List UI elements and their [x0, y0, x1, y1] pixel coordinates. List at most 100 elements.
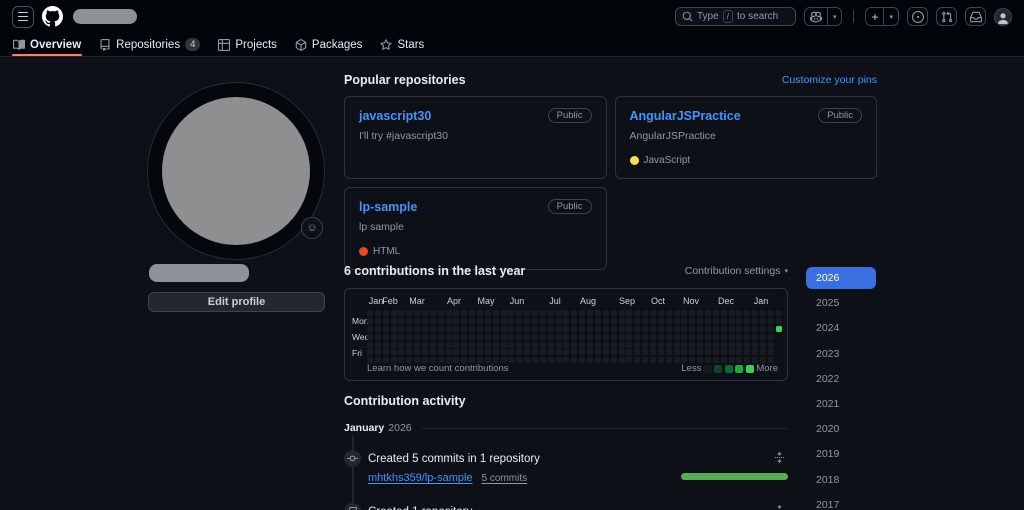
contribution-cell[interactable] [516, 342, 522, 348]
contribution-cell[interactable] [768, 326, 774, 332]
contribution-cell[interactable] [642, 342, 648, 348]
year-button-2024[interactable]: 2024 [806, 317, 876, 339]
pull-requests-button[interactable] [936, 7, 957, 26]
contribution-cell[interactable] [752, 310, 758, 316]
contribution-cell[interactable] [642, 349, 648, 355]
contribution-cell[interactable] [453, 318, 459, 324]
year-button-2019[interactable]: 2019 [806, 443, 876, 465]
contribution-cell[interactable] [736, 349, 742, 355]
contribution-cell[interactable] [406, 310, 412, 316]
contribution-cell[interactable] [438, 326, 444, 332]
contribution-cell[interactable] [626, 342, 632, 348]
contribution-cell[interactable] [681, 310, 687, 316]
contribution-cell[interactable] [438, 342, 444, 348]
github-logo-icon[interactable] [42, 6, 63, 27]
contribution-cell[interactable] [658, 334, 664, 340]
contribution-cell[interactable] [375, 318, 381, 324]
contribution-cell[interactable] [705, 318, 711, 324]
contribution-cell[interactable] [556, 326, 562, 332]
contribution-cell[interactable] [453, 342, 459, 348]
contribution-cell[interactable] [446, 334, 452, 340]
contribution-cell[interactable] [508, 334, 514, 340]
contribution-cell[interactable] [516, 318, 522, 324]
contribution-cell[interactable] [776, 326, 782, 332]
year-button-2020[interactable]: 2020 [806, 418, 876, 440]
contribution-cell[interactable] [461, 342, 467, 348]
contribution-cell[interactable] [721, 349, 727, 355]
contribution-cell[interactable] [776, 310, 782, 316]
contribution-cell[interactable] [391, 342, 397, 348]
contribution-cell[interactable] [611, 349, 617, 355]
tab-repositories[interactable]: Repositories 4 [90, 33, 209, 56]
contribution-cell[interactable] [752, 326, 758, 332]
contribution-cell[interactable] [729, 342, 735, 348]
contribution-cell[interactable] [744, 310, 750, 316]
contribution-cell[interactable] [453, 326, 459, 332]
contribution-cell[interactable] [524, 349, 530, 355]
contribution-cell[interactable] [453, 334, 459, 340]
set-status-button[interactable]: ☺ [301, 217, 323, 239]
hamburger-menu-button[interactable] [12, 6, 34, 28]
contribution-cell[interactable] [681, 326, 687, 332]
contribution-cell[interactable] [532, 326, 538, 332]
contribution-cell[interactable] [689, 349, 695, 355]
contribution-cell[interactable] [501, 310, 507, 316]
contribution-cell[interactable] [493, 349, 499, 355]
tab-overview[interactable]: Overview [4, 33, 90, 56]
contribution-cell[interactable] [367, 318, 373, 324]
contribution-cell[interactable] [705, 310, 711, 316]
user-avatar[interactable] [994, 8, 1012, 26]
contribution-cell[interactable] [642, 326, 648, 332]
tab-packages[interactable]: Packages [286, 33, 372, 56]
contribution-cell[interactable] [469, 318, 475, 324]
contribution-cell[interactable] [438, 334, 444, 340]
contribution-cell[interactable] [626, 310, 632, 316]
contribution-cell[interactable] [375, 349, 381, 355]
contribution-cell[interactable] [430, 342, 436, 348]
contribution-cell[interactable] [563, 326, 569, 332]
contribution-cell[interactable] [422, 326, 428, 332]
contribution-cell[interactable] [760, 349, 766, 355]
contribution-cell[interactable] [477, 318, 483, 324]
contribution-cell[interactable] [634, 349, 640, 355]
contribution-cell[interactable] [477, 342, 483, 348]
contribution-cell[interactable] [768, 349, 774, 355]
contribution-cell[interactable] [744, 326, 750, 332]
contribution-cell[interactable] [650, 318, 656, 324]
contribution-cell[interactable] [619, 318, 625, 324]
contribution-cell[interactable] [414, 326, 420, 332]
contribution-cell[interactable] [556, 342, 562, 348]
contribution-cell[interactable] [658, 310, 664, 316]
contribution-cell[interactable] [713, 326, 719, 332]
contribution-cell[interactable] [532, 349, 538, 355]
contribution-cell[interactable] [383, 334, 389, 340]
contribution-cell[interactable] [532, 310, 538, 316]
contribution-cell[interactable] [532, 318, 538, 324]
contribution-cell[interactable] [461, 349, 467, 355]
contribution-cell[interactable] [736, 310, 742, 316]
contribution-cell[interactable] [713, 318, 719, 324]
contribution-cell[interactable] [650, 349, 656, 355]
contribution-cell[interactable] [634, 310, 640, 316]
contribution-cell[interactable] [626, 326, 632, 332]
contribution-cell[interactable] [383, 349, 389, 355]
contribution-cell[interactable] [674, 342, 680, 348]
contribution-cell[interactable] [611, 310, 617, 316]
contribution-cell[interactable] [666, 326, 672, 332]
contribution-cell[interactable] [446, 318, 452, 324]
contribution-cell[interactable] [391, 334, 397, 340]
contribution-cell[interactable] [674, 334, 680, 340]
inbox-button[interactable] [965, 7, 986, 26]
contribution-cell[interactable] [619, 342, 625, 348]
contribution-cell[interactable] [571, 310, 577, 316]
contribution-cell[interactable] [485, 318, 491, 324]
contribution-cell[interactable] [469, 334, 475, 340]
contribution-cell[interactable] [367, 334, 373, 340]
contribution-cell[interactable] [619, 334, 625, 340]
contribution-cell[interactable] [611, 342, 617, 348]
contribution-cell[interactable] [563, 349, 569, 355]
contribution-cell[interactable] [650, 326, 656, 332]
contribution-cell[interactable] [595, 349, 601, 355]
contribution-cell[interactable] [391, 310, 397, 316]
contribution-cell[interactable] [571, 326, 577, 332]
